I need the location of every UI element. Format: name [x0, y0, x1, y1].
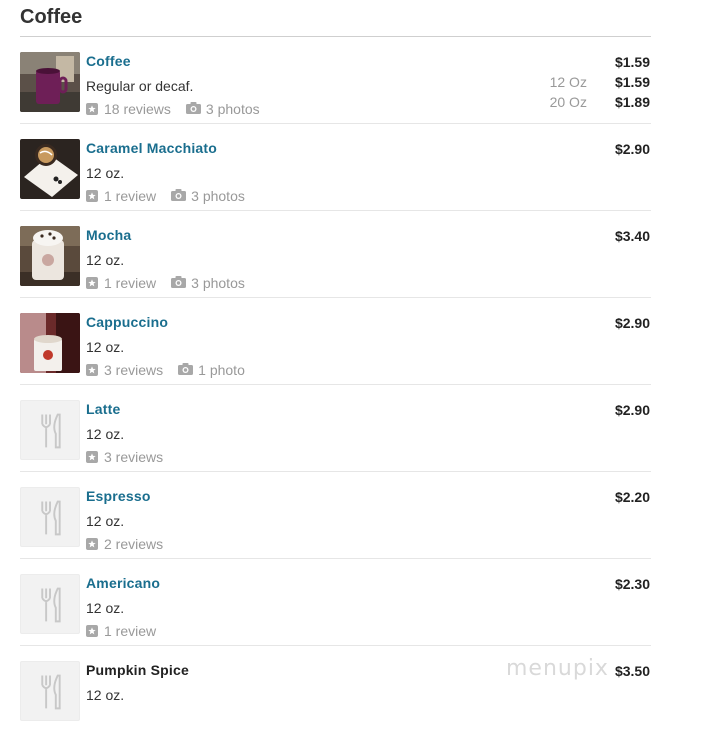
section-title: Coffee [20, 6, 83, 28]
item-price: $2.90 [614, 315, 650, 331]
item-description: 12 oz. [86, 252, 125, 268]
reviews-link[interactable]: 1 review [104, 623, 156, 639]
menu-item: Caramel Macchiato 12 oz. 1 review 3 phot… [20, 124, 651, 211]
menu-item: Cappuccino 12 oz. 3 reviews 1 photo $2.9… [20, 298, 651, 385]
camera-icon [171, 275, 187, 291]
item-description: 12 oz. [86, 600, 125, 616]
star-icon [86, 277, 98, 289]
star-icon [86, 625, 98, 637]
reviews-link[interactable]: 3 reviews [104, 362, 163, 378]
item-name-link[interactable]: Coffee [86, 53, 131, 69]
item-name: Pumpkin Spice [86, 662, 189, 678]
item-price: $2.20 [614, 489, 650, 505]
star-icon [86, 451, 98, 463]
camera-icon [185, 101, 201, 117]
reviews-link[interactable]: 2 reviews [104, 536, 163, 552]
fork-knife-icon [20, 400, 80, 460]
item-meta: 3 reviews 1 photo [86, 362, 245, 378]
size-price: $1.59 [614, 74, 650, 90]
camera-icon [178, 362, 194, 378]
fork-knife-icon [20, 661, 80, 721]
fork-knife-icon [20, 574, 80, 634]
item-photo-thumbnail[interactable] [20, 52, 80, 112]
item-price: $3.50 [614, 663, 650, 679]
size-option: 12 Oz $1.59 [537, 74, 650, 90]
item-photo-thumbnail[interactable] [20, 313, 80, 373]
item-name-link[interactable]: Espresso [86, 488, 151, 504]
item-name-link[interactable]: Cappuccino [86, 314, 168, 330]
item-price: $3.40 [614, 228, 650, 244]
menu-item: Coffee Regular or decaf. 18 reviews 3 ph… [20, 37, 651, 124]
size-label: 12 Oz [549, 74, 587, 90]
item-meta: 1 review [86, 623, 156, 639]
item-meta: 18 reviews 3 photos [86, 101, 260, 117]
camera-icon [171, 188, 187, 204]
item-photo-thumbnail[interactable] [20, 226, 80, 286]
item-description: 12 oz. [86, 165, 125, 181]
item-description: 12 oz. [86, 513, 125, 529]
menu-item: Mocha 12 oz. 1 review 3 photos $3.40 [20, 211, 651, 298]
size-option: 20 Oz $1.89 [537, 94, 650, 110]
item-price: $2.90 [614, 402, 650, 418]
item-description: 12 oz. [86, 426, 125, 442]
photos-link[interactable]: 3 photos [191, 188, 245, 204]
photos-link[interactable]: 3 photos [191, 275, 245, 291]
item-description: Regular or decaf. [86, 78, 194, 94]
item-price: $2.30 [614, 576, 650, 592]
item-photo-thumbnail[interactable] [20, 139, 80, 199]
item-name-link[interactable]: Americano [86, 575, 160, 591]
watermark-logo: menupix [506, 656, 609, 681]
photos-link[interactable]: 1 photo [198, 362, 245, 378]
item-meta: 1 review 3 photos [86, 275, 245, 291]
size-price: $1.89 [614, 94, 650, 110]
item-meta: 1 review 3 photos [86, 188, 245, 204]
reviews-link[interactable]: 3 reviews [104, 449, 163, 465]
star-icon [86, 538, 98, 550]
item-name-link[interactable]: Caramel Macchiato [86, 140, 217, 156]
size-label: 20 Oz [549, 94, 587, 110]
item-meta: 2 reviews [86, 536, 163, 552]
star-icon [86, 364, 98, 376]
menu-item: Americano 12 oz. 1 review $2.30 [20, 559, 651, 646]
reviews-link[interactable]: 18 reviews [104, 101, 171, 117]
reviews-link[interactable]: 1 review [104, 188, 156, 204]
item-name-link[interactable]: Mocha [86, 227, 131, 243]
item-meta: 3 reviews [86, 449, 163, 465]
fork-knife-icon [20, 487, 80, 547]
item-name-link[interactable]: Latte [86, 401, 120, 417]
item-description: 12 oz. [86, 687, 125, 703]
menu-item: Latte 12 oz. 3 reviews $2.90 [20, 385, 651, 472]
item-price: $1.59 [614, 54, 650, 70]
reviews-link[interactable]: 1 review [104, 275, 156, 291]
item-price: $2.90 [614, 141, 650, 157]
photos-link[interactable]: 3 photos [206, 101, 260, 117]
star-icon [86, 103, 98, 115]
menu-item: Espresso 12 oz. 2 reviews $2.20 [20, 472, 651, 559]
item-description: 12 oz. [86, 339, 125, 355]
menu-list: Coffee Regular or decaf. 18 reviews 3 ph… [20, 37, 651, 733]
star-icon [86, 190, 98, 202]
